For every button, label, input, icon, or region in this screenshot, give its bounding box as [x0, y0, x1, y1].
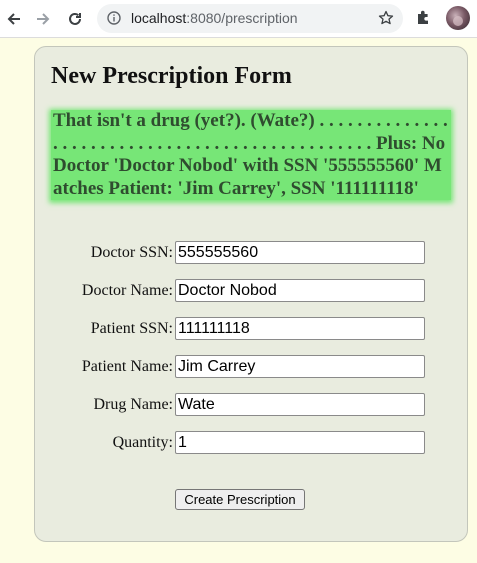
- form-title: New Prescription Form: [51, 63, 292, 89]
- extensions-puzzle-icon[interactable]: [415, 8, 433, 31]
- profile-avatar[interactable]: [446, 6, 470, 30]
- back-arrow-icon: [6, 11, 22, 27]
- field-row-drug-name: Drug Name:: [35, 393, 469, 417]
- reload-button[interactable]: [61, 5, 89, 33]
- field-row-patient-ssn: Patient SSN:: [35, 317, 469, 341]
- url-host: localhost: [131, 10, 187, 26]
- field-row-quantity: Quantity:: [35, 431, 469, 455]
- create-prescription-button[interactable]: Create Prescription: [175, 489, 305, 510]
- field-row-doctor-name: Doctor Name:: [35, 279, 469, 303]
- prescription-form-card: New Prescription Form That isn't a drug …: [34, 46, 468, 542]
- doctor-name-label: Doctor Name:: [81, 282, 173, 299]
- field-row-patient-name: Patient Name:: [35, 355, 469, 379]
- reload-icon: [67, 11, 83, 27]
- address-bar[interactable]: localhost:8080/prescription: [97, 4, 403, 33]
- doctor-ssn-label: Doctor SSN:: [90, 244, 173, 261]
- doctor-name-input[interactable]: [175, 279, 425, 302]
- forward-arrow-icon: [35, 11, 51, 27]
- patient-name-label: Patient Name:: [81, 358, 173, 375]
- quantity-label: Quantity:: [112, 434, 173, 451]
- drug-name-label: Drug Name:: [93, 396, 173, 413]
- field-row-doctor-ssn: Doctor SSN:: [35, 241, 469, 265]
- browser-toolbar: localhost:8080/prescription: [0, 0, 477, 38]
- patient-name-input[interactable]: [175, 355, 425, 378]
- doctor-ssn-input[interactable]: [175, 241, 425, 264]
- bookmark-star-icon[interactable]: [378, 10, 394, 31]
- quantity-input[interactable]: [175, 431, 425, 454]
- patient-ssn-input[interactable]: [175, 317, 425, 340]
- forward-button[interactable]: [29, 5, 57, 33]
- back-button[interactable]: [0, 5, 28, 33]
- patient-ssn-label: Patient SSN:: [90, 320, 173, 337]
- drug-name-input[interactable]: [175, 393, 425, 416]
- error-message: That isn't a drug (yet?). (Wate?) . . . …: [51, 110, 451, 200]
- url-path: :8080/prescription: [186, 10, 298, 26]
- url-text: localhost:8080/prescription: [131, 10, 298, 26]
- site-info-icon[interactable]: [107, 11, 121, 30]
